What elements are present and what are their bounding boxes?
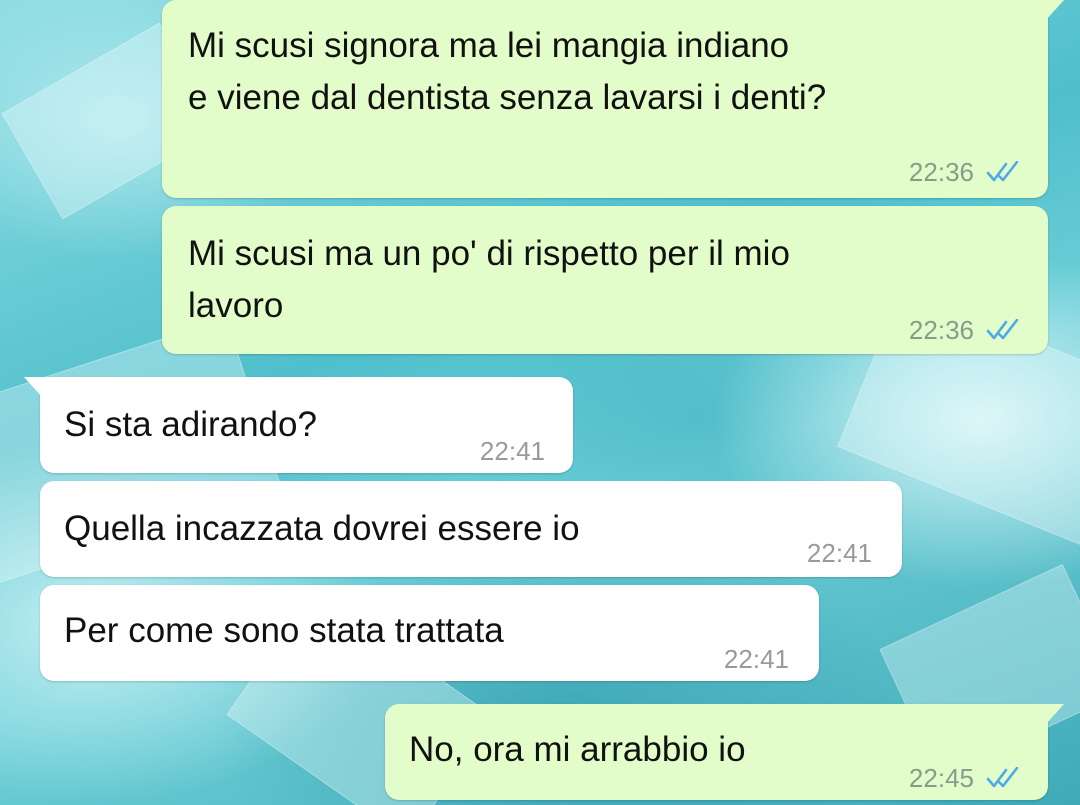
bubble-tail: [24, 377, 42, 397]
message-text: Si sta adirando?: [64, 405, 317, 444]
message-time: 22:36: [908, 157, 974, 187]
message-text: No, ora mi arrabbio io: [409, 730, 746, 769]
bubble-tail: [1046, 0, 1064, 20]
message-time: 22:41: [479, 436, 545, 466]
message-time: 22:36: [908, 315, 974, 345]
double-check-read-icon: [986, 319, 1019, 340]
message-bubble-incoming[interactable]: Si sta adirando? 22:41: [24, 377, 573, 473]
message-bubble-incoming[interactable]: Quella incazzata dovrei essere io 22:41: [40, 481, 902, 577]
message-meta: 22:41: [724, 633, 789, 685]
message-time: 22:41: [723, 644, 789, 674]
message-bubble-outgoing[interactable]: Mi scusi signora ma lei mangia indiano e…: [162, 0, 1064, 198]
message-text: Quella incazzata dovrei essere io: [64, 509, 580, 548]
message-bubble-incoming[interactable]: Per come sono stata trattata 22:41: [40, 585, 819, 681]
message-meta: 22:45: [909, 752, 1022, 804]
double-check-read-icon: [986, 767, 1019, 788]
message-bubble-outgoing[interactable]: No, ora mi arrabbio io 22:45: [385, 704, 1064, 800]
message-text: Mi scusi signora ma lei mangia indiano e…: [188, 26, 827, 117]
message-time: 22:45: [908, 763, 974, 793]
message-bubble-outgoing[interactable]: Mi scusi ma un po' di rispetto per il mi…: [162, 206, 1048, 354]
message-meta: 22:41: [480, 425, 545, 477]
message-meta: 22:36: [909, 146, 1022, 198]
bubble-tail: [1046, 704, 1064, 724]
message-text: Mi scusi ma un po' di rispetto per il mi…: [188, 234, 790, 325]
message-time: 22:41: [806, 538, 872, 568]
message-meta: 22:41: [807, 527, 872, 579]
double-check-read-icon: [986, 161, 1019, 182]
message-text: Per come sono stata trattata: [64, 611, 504, 650]
message-meta: 22:36: [909, 304, 1022, 356]
